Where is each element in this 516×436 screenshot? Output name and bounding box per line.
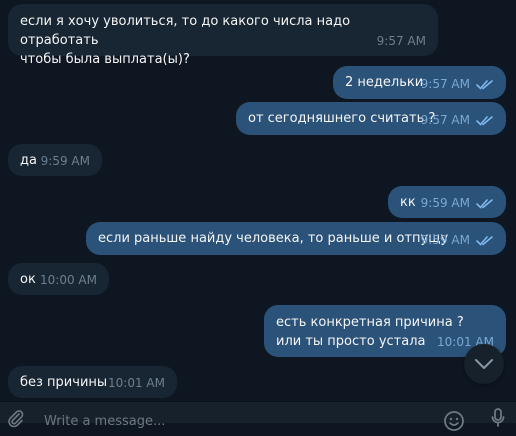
message-time: 9:59 AM <box>40 154 90 168</box>
message-composer: Write a message... <box>0 401 516 431</box>
message-outgoing[interactable]: если раньше найду человека, то раньше и … <box>86 222 506 255</box>
message-outgoing[interactable]: 2 недельки 9:57 AM <box>333 66 506 99</box>
message-meta: 9:57 AM <box>377 32 426 51</box>
chevron-down-icon <box>474 355 494 374</box>
message-time: 9:57 AM <box>376 34 426 48</box>
message-outgoing[interactable]: кк 9:59 AM <box>388 186 506 218</box>
message-list[interactable]: если я хочу уволиться, то до какого числ… <box>0 0 516 402</box>
message-meta: 9:59 AM <box>421 231 494 250</box>
microphone-icon[interactable] <box>491 408 505 432</box>
message-input[interactable]: Write a message... <box>44 414 165 430</box>
smile-icon[interactable] <box>443 410 465 436</box>
message-time: 9:59 AM <box>420 196 470 210</box>
message-meta: 10:00 AM <box>40 271 97 290</box>
message-text: если я хочу уволиться, то до какого числ… <box>20 14 351 67</box>
double-check-icon <box>476 198 494 209</box>
double-check-icon <box>476 115 494 126</box>
message-meta: 9:59 AM <box>421 194 494 213</box>
double-check-icon <box>476 79 494 90</box>
double-check-icon <box>476 235 494 246</box>
message-time: 9:57 AM <box>420 77 470 91</box>
message-incoming[interactable]: без причины 10:01 AM <box>8 366 177 398</box>
message-meta: 9:57 AM <box>421 111 494 130</box>
scroll-to-bottom-button[interactable] <box>464 344 504 384</box>
message-meta: 9:57 AM <box>421 75 494 94</box>
message-time: 10:01 AM <box>108 376 165 390</box>
message-meta: 10:01 AM <box>108 374 165 393</box>
paperclip-icon[interactable] <box>6 409 26 433</box>
message-incoming[interactable]: если я хочу уволиться, то до какого числ… <box>8 4 438 67</box>
message-incoming[interactable]: ок 10:00 AM <box>8 263 109 295</box>
message-time: 9:59 AM <box>420 233 470 247</box>
message-incoming[interactable]: да 9:59 AM <box>8 144 102 176</box>
message-outgoing[interactable]: от сегодняшнего считать ? 9:57 AM <box>236 102 506 135</box>
message-meta: 9:59 AM <box>41 152 90 171</box>
message-time: 9:57 AM <box>420 113 470 127</box>
message-time: 10:00 AM <box>40 273 97 287</box>
